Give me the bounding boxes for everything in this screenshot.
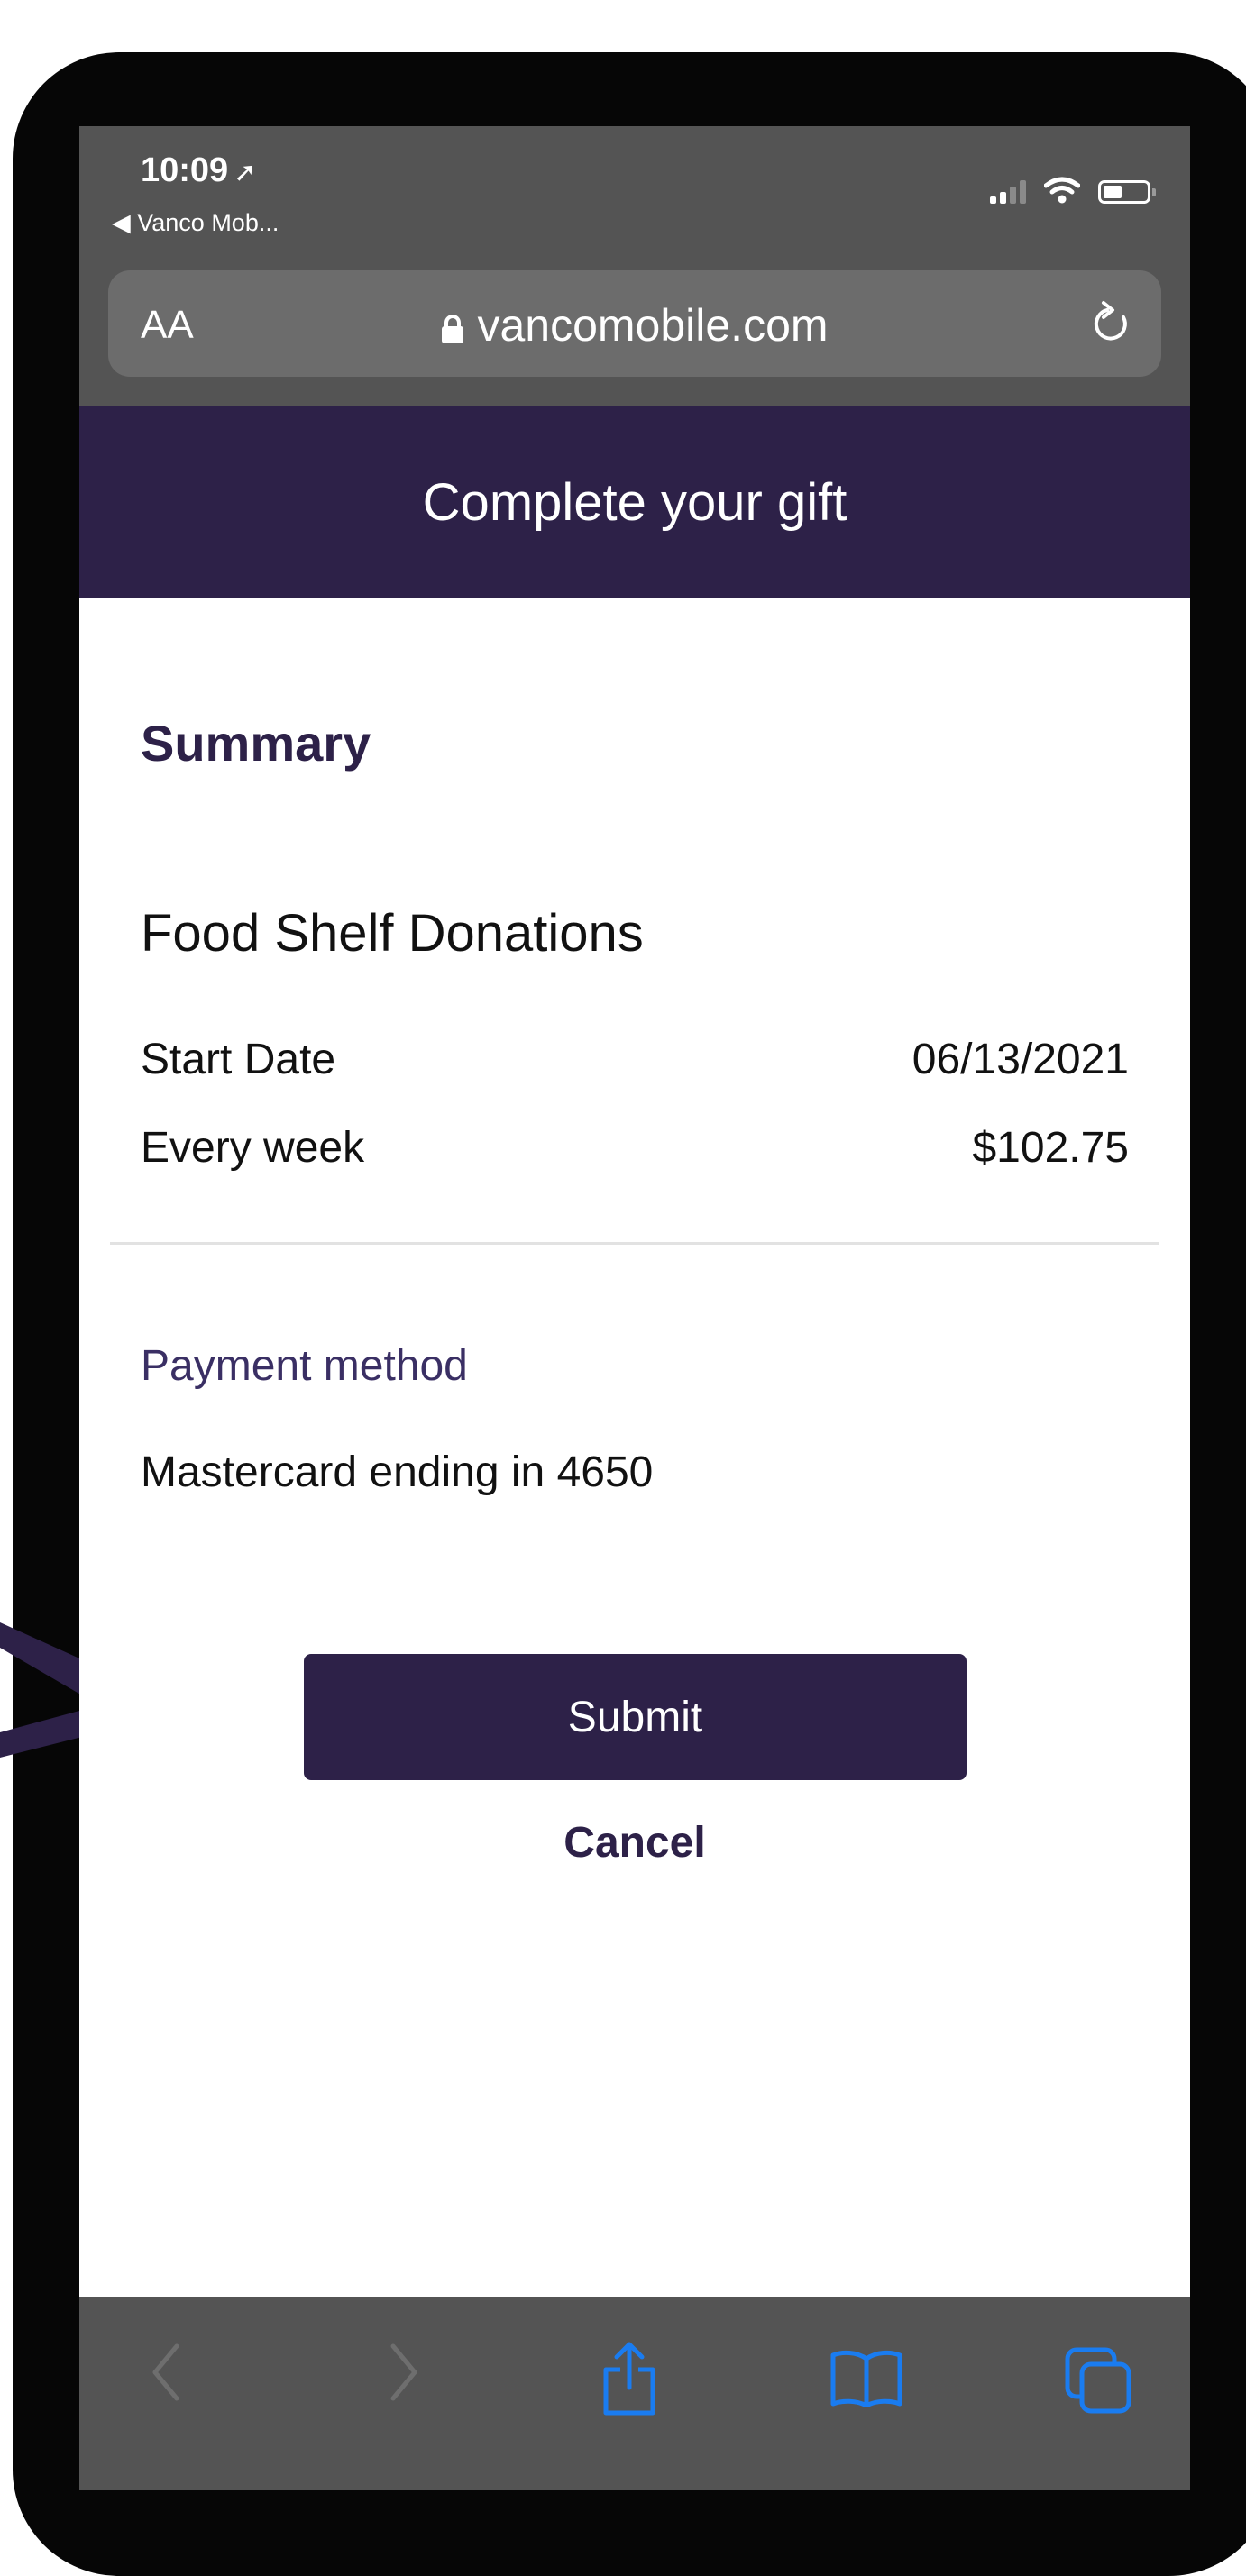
share-icon[interactable]	[600, 2341, 658, 2416]
frequency-label: Every week	[141, 1124, 365, 1172]
bookmarks-icon[interactable]	[829, 2348, 903, 2407]
back-triangle-icon: ◀	[112, 209, 138, 236]
submit-button[interactable]: Submit	[304, 1654, 967, 1780]
wifi-icon	[1044, 177, 1080, 204]
back-app-label: Vanco Mob...	[137, 209, 279, 236]
phone-screen: 10:09 ➚ ◀ Vanco Mob... AA vancomobile.com	[79, 126, 1190, 2490]
browser-toolbar	[79, 2297, 1190, 2490]
browser-top-bar: 10:09 ➚ ◀ Vanco Mob... AA vancomobile.com	[79, 126, 1190, 406]
tabs-icon[interactable]	[1064, 2346, 1134, 2415]
location-arrow-icon: ➚	[234, 158, 257, 187]
divider	[110, 1242, 1159, 1245]
address-bar[interactable]: AA vancomobile.com	[108, 270, 1161, 377]
cancel-link[interactable]: Cancel	[79, 1818, 1190, 1868]
url-display[interactable]: vancomobile.com	[108, 299, 1161, 352]
reload-icon[interactable]	[1089, 297, 1134, 348]
start-date-value: 06/13/2021	[912, 1036, 1129, 1083]
forward-icon[interactable]	[386, 2341, 422, 2404]
page-title: Complete your gift	[422, 472, 847, 532]
amount-value: $102.75	[972, 1124, 1129, 1172]
fund-name: Food Shelf Donations	[141, 904, 644, 963]
battery-icon	[1098, 180, 1156, 204]
back-to-app-link[interactable]: ◀ Vanco Mob...	[112, 209, 279, 237]
lock-icon	[442, 314, 464, 343]
payment-method-value: Mastercard ending in 4650	[141, 1448, 654, 1496]
status-time: 10:09 ➚	[141, 151, 257, 189]
page-header: Complete your gift	[79, 406, 1190, 598]
url-text: vancomobile.com	[477, 300, 829, 351]
summary-heading: Summary	[141, 715, 371, 772]
start-date-label: Start Date	[141, 1036, 336, 1083]
status-icons	[990, 177, 1156, 204]
signal-icon	[990, 180, 1026, 204]
back-icon[interactable]	[148, 2341, 184, 2404]
payment-method-label: Payment method	[141, 1342, 468, 1390]
